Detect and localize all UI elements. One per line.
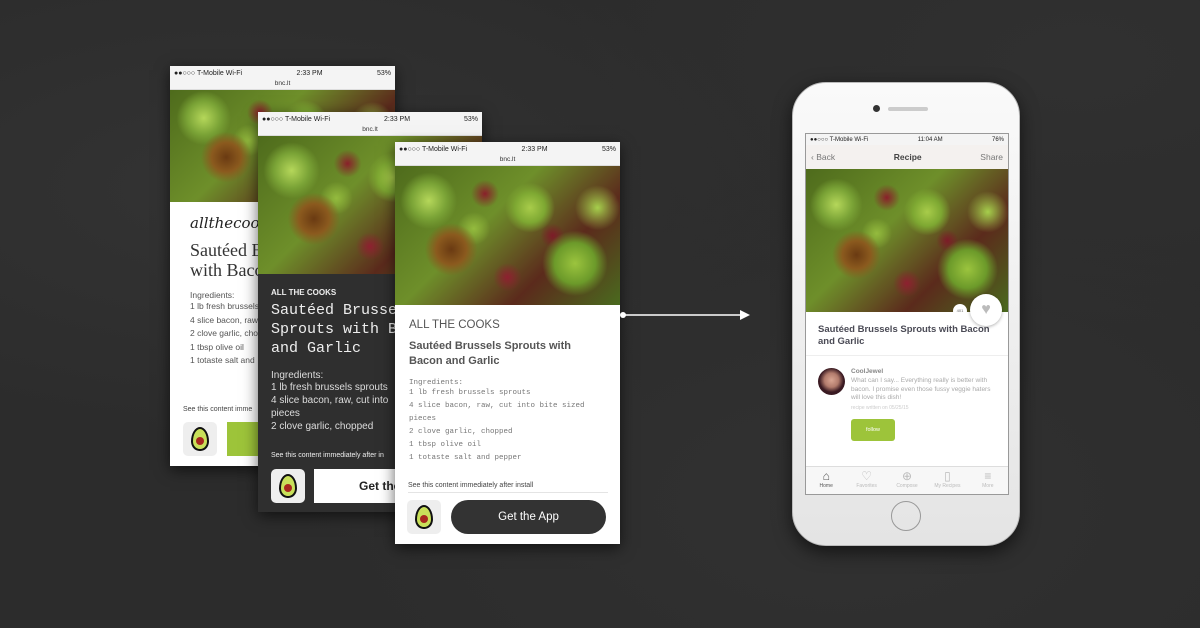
web-screen-3: ●●○○○ T-Mobile Wi-Fi 2:33 PM 53% bnc.lt AL… <box>395 142 620 544</box>
tab-bar: ⌂ Home ♡ Favorites ⊕ Compose ▯ My Recipes ≡ More <box>806 466 1008 494</box>
app-icon <box>271 469 305 503</box>
book-icon: ▯ <box>944 469 951 483</box>
arrow-icon <box>620 310 750 320</box>
speaker <box>888 107 928 111</box>
tab-my-recipes[interactable]: ▯ My Recipes <box>927 467 967 494</box>
recipe-title: Sautéed Brussels Sprouts with Bacon and … <box>409 340 571 367</box>
heart-icon: ♥ <box>981 301 991 318</box>
home-icon: ⌂ <box>822 469 830 483</box>
back-button[interactable]: ‹ Back <box>811 152 835 162</box>
app-icon <box>407 500 441 534</box>
tab-compose[interactable]: ⊕ Compose <box>887 467 927 494</box>
status-bar: ●●○○○ T-Mobile Wi-Fi 2:33 PM 53% <box>258 112 482 126</box>
nav-bar: ‹ Back Recipe Share <box>806 145 1008 169</box>
tab-home[interactable]: ⌂ Home <box>806 467 846 494</box>
url-bar[interactable]: bnc.lt <box>258 126 482 136</box>
camera <box>873 105 880 112</box>
url-bar[interactable]: bnc.lt <box>395 156 620 166</box>
url-bar[interactable]: bnc.lt <box>170 80 395 90</box>
share-button[interactable]: Share <box>980 152 1003 162</box>
like-button[interactable]: ♥ <box>970 294 1002 326</box>
status-bar: ●●○○○ T-Mobile Wi-Fi 2:33 PM 53% <box>395 142 620 156</box>
heart-icon: ♡ <box>861 469 872 483</box>
get-app-button[interactable]: Get the App <box>451 500 606 534</box>
avatar[interactable] <box>818 368 845 395</box>
tab-more[interactable]: ≡ More <box>968 467 1008 494</box>
ingredient-item: 2 clove garlic, chopped <box>409 428 513 436</box>
app-icon <box>183 422 217 456</box>
follow-button[interactable]: follow <box>851 418 895 441</box>
tab-favorites[interactable]: ♡ Favorites <box>846 467 886 494</box>
iphone-device: ●●○○○ T-Mobile Wi-Fi 11:04 AM 76% ‹ Back R… <box>792 82 1020 546</box>
app-screen: ●●○○○ T-Mobile Wi-Fi 11:04 AM 76% ‹ Back R… <box>805 133 1009 495</box>
recipe-photo <box>395 166 620 305</box>
like-count: 401 <box>953 304 967 318</box>
ingredient-item: 1 totaste salt and pepper <box>409 454 522 462</box>
compose-icon: ⊕ <box>901 469 913 483</box>
recipe-photo <box>806 169 1008 312</box>
ingredient-item: 1 tbsp olive oil <box>409 441 482 449</box>
status-bar: ●●○○○ T-Mobile Wi-Fi 2:33 PM 53% <box>170 66 395 80</box>
author-name[interactable]: CoolJewel <box>851 368 996 375</box>
menu-icon: ≡ <box>984 469 992 483</box>
home-button[interactable] <box>891 501 921 531</box>
ingredient-item: 4 slice bacon, raw, cut into bite sized <box>409 402 585 410</box>
ingredient-item: pieces <box>409 415 437 423</box>
status-bar: ●●○○○ T-Mobile Wi-Fi 11:04 AM 76% <box>806 134 1008 145</box>
ingredient-item: 1 lb fresh brussels sprouts <box>409 389 531 397</box>
